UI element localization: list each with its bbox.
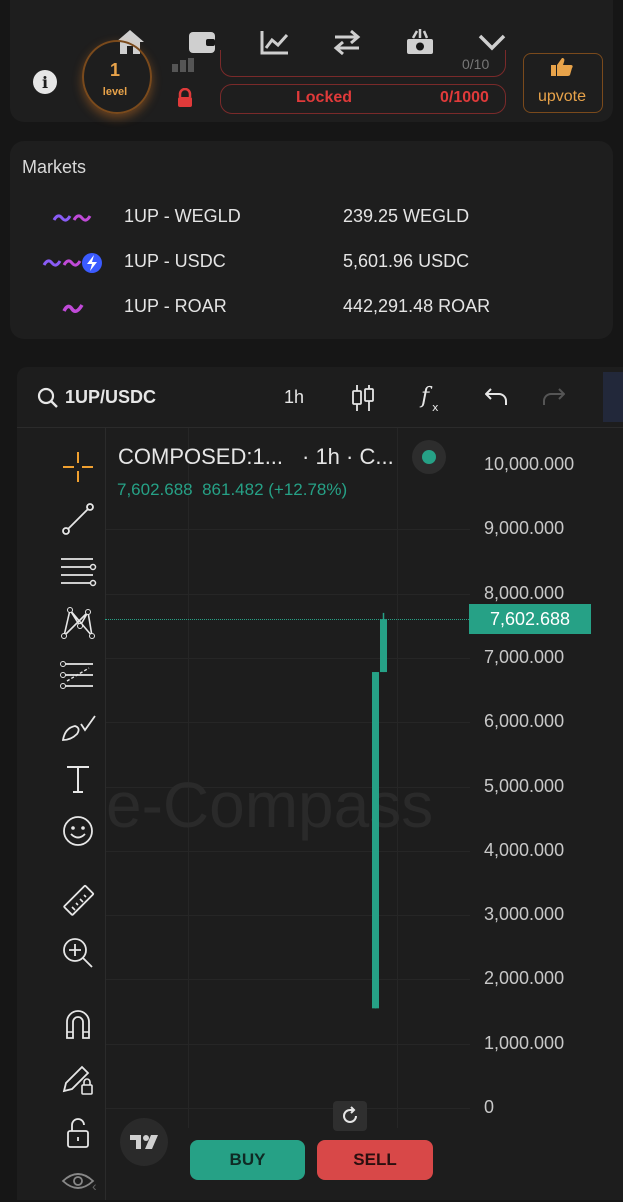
indicators-icon[interactable]: fx [419,381,445,418]
last-price-line [105,619,469,620]
market-value: 239.25 WEGLD [343,206,470,226]
legend-meta: · 1h · C... [302,444,394,469]
magnet-icon[interactable] [57,1004,99,1046]
zoom-in-icon[interactable] [57,932,99,974]
forecast-icon[interactable] [57,654,99,696]
markets-title: Markets [22,157,87,177]
upvote-label: upvote [537,88,587,105]
stack-icon [172,58,194,72]
top-counter: 0/10 [462,56,490,72]
ohlc-line: 7,602.688 861.482 (+12.78%) [117,480,348,499]
undo-icon[interactable] [484,387,509,412]
market-pair: 1UP - WEGLD [124,206,241,226]
price-axis-tick: 1,000.000 [484,1032,565,1053]
pattern-icon[interactable] [57,602,99,644]
svg-text:x: x [432,401,439,413]
last-price-tag: 7,602.688 [469,604,591,635]
price-axis-tick: 6,000.000 [484,711,565,732]
fib-lines-icon[interactable] [57,550,99,592]
locked-counter: 0/1000 [440,89,489,106]
redo-icon[interactable] [541,387,566,412]
market-value: 442,291.48 ROAR [343,296,491,316]
candles-icon[interactable] [351,383,375,418]
pair-logo-icon [52,210,94,231]
locked-label: Locked [296,89,353,106]
price-axis-tick: 9,000.000 [484,518,565,539]
chart-svg [372,612,387,1009]
sell-button[interactable]: SELL [317,1140,433,1180]
candle [380,619,387,673]
price-axis-tick: 10,000.000 [484,454,575,474]
plot-area[interactable]: e-Compass [106,428,470,1128]
pair-logo-icon [62,299,84,322]
interval-selector[interactable]: 1h [284,387,304,408]
market-pair: 1UP - USDC [124,251,226,271]
buy-button[interactable]: BUY [190,1140,305,1180]
drawing-toolbar [17,428,106,1200]
tradingview-logo-icon[interactable] [120,1118,168,1166]
lock-icon [176,87,194,108]
price-axis-tick: 5,000.000 [484,775,565,796]
candle [372,672,379,1009]
trendline-icon[interactable] [57,498,99,540]
wallet-icon[interactable] [182,22,222,62]
price-axis-tick: 3,000.000 [484,904,565,925]
price-axis-tick: 0 [484,1097,495,1117]
reset-chart-icon[interactable] [333,1101,367,1131]
thumbs-up-icon [550,57,574,77]
legend-title: COMPOSED:1... [118,444,284,469]
level-label: level [102,86,128,98]
market-value: 5,601.96 USDC [343,251,470,271]
price-axis-tick: 4,000.000 [484,839,565,860]
level-number: 1 [109,60,120,80]
symbol-selector[interactable]: 1UP/USDC [65,387,156,408]
svg-text:f: f [419,384,433,409]
text-tool-icon[interactable] [57,758,99,800]
market-pair: 1UP - ROAR [124,296,227,316]
market-row[interactable]: 1UP - ROAR 442,291.48 ROAR [0,294,623,324]
pair-logo-icon [42,251,104,280]
price-axis-tick: 8,000.000 [484,582,565,603]
chart-toolbar: 1UP/USDC 1h fx [17,367,623,428]
price-axis-tick: 2,000.000 [484,968,565,989]
price-axis-tick: 7,000.000 [484,646,565,667]
status-dot-icon [412,440,446,474]
brush-icon[interactable] [57,706,99,748]
collapse-chevron-icon[interactable]: ‹ [92,1178,97,1194]
unlock-icon[interactable] [57,1112,99,1154]
lock-drawings-icon[interactable] [57,1058,99,1100]
market-row[interactable]: 1UP - WEGLD 239.25 WEGLD [0,204,623,234]
crosshair-icon[interactable] [57,446,99,488]
emoji-icon[interactable] [57,810,99,852]
market-row[interactable]: 1UP - USDC 5,601.96 USDC [0,249,623,279]
search-icon[interactable] [37,387,59,414]
info-icon[interactable]: i [33,70,57,94]
ruler-icon[interactable] [57,880,99,922]
